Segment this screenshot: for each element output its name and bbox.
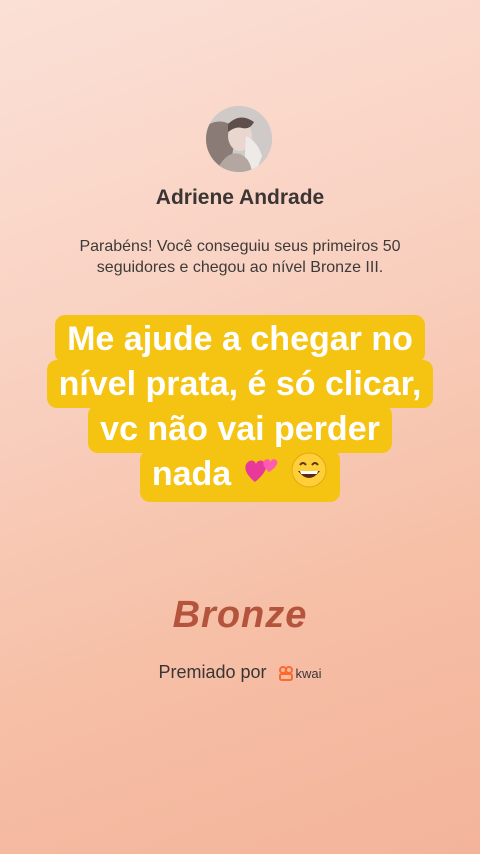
caption-line-1: Me ajude a chegar no	[55, 315, 425, 363]
two-hearts-icon	[241, 452, 281, 501]
awarded-by-label: Premiado por	[158, 662, 267, 682]
profile-avatar[interactable]	[206, 106, 272, 172]
kwai-brand: kwai	[278, 665, 322, 682]
caption-line-4: nada	[139, 450, 341, 502]
caption-overlay: Me ajude a chegar no nível prata, é só c…	[20, 315, 460, 502]
kwai-brand-name: kwai	[295, 665, 322, 681]
caption-line-3: vc não vai perder	[88, 405, 392, 453]
kwai-logo-icon	[278, 665, 294, 682]
achievement-message: Parabéns! Você conseguiu seus primeiros …	[79, 238, 401, 276]
profile-name: Adriene Andrade	[155, 186, 325, 209]
awarded-by: Premiado por kwai	[0, 662, 480, 683]
level-badge-text: Bronze	[172, 594, 308, 636]
caption-line-4-text: nada	[151, 455, 232, 493]
caption-line-2: nível prata, é só clicar,	[46, 360, 434, 408]
grinning-face-icon	[290, 451, 328, 502]
